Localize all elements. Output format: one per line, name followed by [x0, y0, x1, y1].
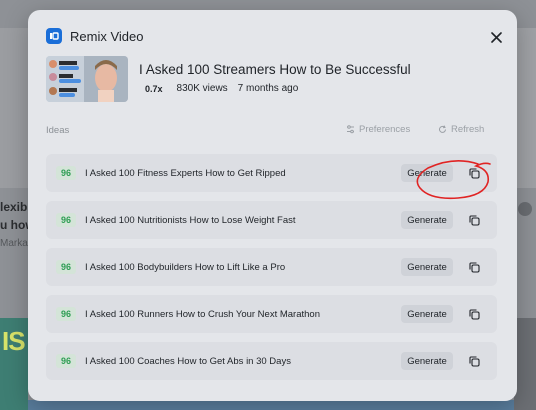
copy-button[interactable] — [467, 354, 481, 368]
background-video-title: lexibl — [0, 200, 31, 214]
idea-score-badge: 96 — [56, 166, 76, 180]
upload-age: 7 months ago — [237, 83, 299, 94]
idea-row: 96 I Asked 100 Fitness Experts How to Ge… — [46, 154, 497, 192]
idea-score-badge: 96 — [56, 307, 76, 321]
idea-title: I Asked 100 Nutritionists How to Lose We… — [85, 214, 296, 226]
background-video-thumbnail — [0, 28, 28, 188]
idea-row: 96 I Asked 100 Coaches How to Get Abs in… — [46, 342, 497, 380]
remix-logo-icon — [46, 28, 62, 44]
modal-header: Remix Video — [46, 28, 143, 44]
copy-icon — [468, 308, 480, 320]
idea-score-badge: 96 — [56, 213, 76, 227]
refresh-button[interactable]: Refresh — [438, 124, 484, 135]
idea-score-badge: 96 — [56, 354, 76, 368]
refresh-icon — [439, 125, 446, 133]
idea-score-badge: 96 — [56, 260, 76, 274]
generate-button[interactable]: Generate — [401, 211, 453, 229]
copy-button[interactable] — [467, 166, 481, 180]
idea-title: I Asked 100 Coaches How to Get Abs in 30… — [85, 355, 291, 367]
copy-button[interactable] — [467, 260, 481, 274]
copy-button[interactable] — [467, 307, 481, 321]
ideas-section-label: Ideas — [46, 125, 70, 136]
video-title: I Asked 100 Streamers How to Be Successf… — [139, 62, 411, 77]
idea-title: I Asked 100 Fitness Experts How to Get R… — [85, 167, 286, 179]
preferences-label: Preferences — [359, 124, 411, 135]
background-channel-name: Marka — [0, 238, 28, 249]
copy-icon — [468, 214, 480, 226]
video-thumbnail — [46, 56, 128, 102]
background-thumbnail-text: IS — [2, 326, 26, 356]
generate-button[interactable]: Generate — [401, 164, 453, 182]
copy-button[interactable] — [467, 213, 481, 227]
generate-button[interactable]: Generate — [401, 305, 453, 323]
remix-video-modal: Remix Video I Asked 100 Streamers How to… — [28, 10, 517, 401]
generate-button[interactable]: Generate — [401, 258, 453, 276]
background-video-thumbnail — [514, 318, 536, 410]
close-button[interactable] — [489, 30, 503, 44]
background-video-thumbnail — [514, 28, 536, 188]
background-video-thumbnail — [28, 400, 514, 410]
copy-icon — [468, 261, 480, 273]
idea-row: 96 I Asked 100 Nutritionists How to Lose… — [46, 201, 497, 239]
idea-row: 96 I Asked 100 Bodybuilders How to Lift … — [46, 248, 497, 286]
preferences-button[interactable]: Preferences — [346, 124, 410, 135]
idea-row: 96 I Asked 100 Runners How to Crush Your… — [46, 295, 497, 333]
copy-icon — [468, 167, 480, 179]
idea-title: I Asked 100 Runners How to Crush Your Ne… — [85, 308, 320, 320]
refresh-label: Refresh — [451, 124, 485, 135]
idea-title: I Asked 100 Bodybuilders How to Lift Lik… — [85, 261, 286, 273]
sliders-icon — [347, 125, 354, 134]
background-avatar — [518, 202, 532, 216]
generate-button[interactable]: Generate — [401, 352, 453, 370]
outlier-speed-badge: 0.7x — [145, 83, 163, 94]
video-meta: 0.7x 830K views 7 months ago — [145, 83, 298, 94]
close-icon — [490, 31, 502, 43]
modal-title: Remix Video — [70, 28, 144, 44]
copy-icon — [468, 355, 480, 367]
view-count: 830K views — [176, 83, 228, 94]
